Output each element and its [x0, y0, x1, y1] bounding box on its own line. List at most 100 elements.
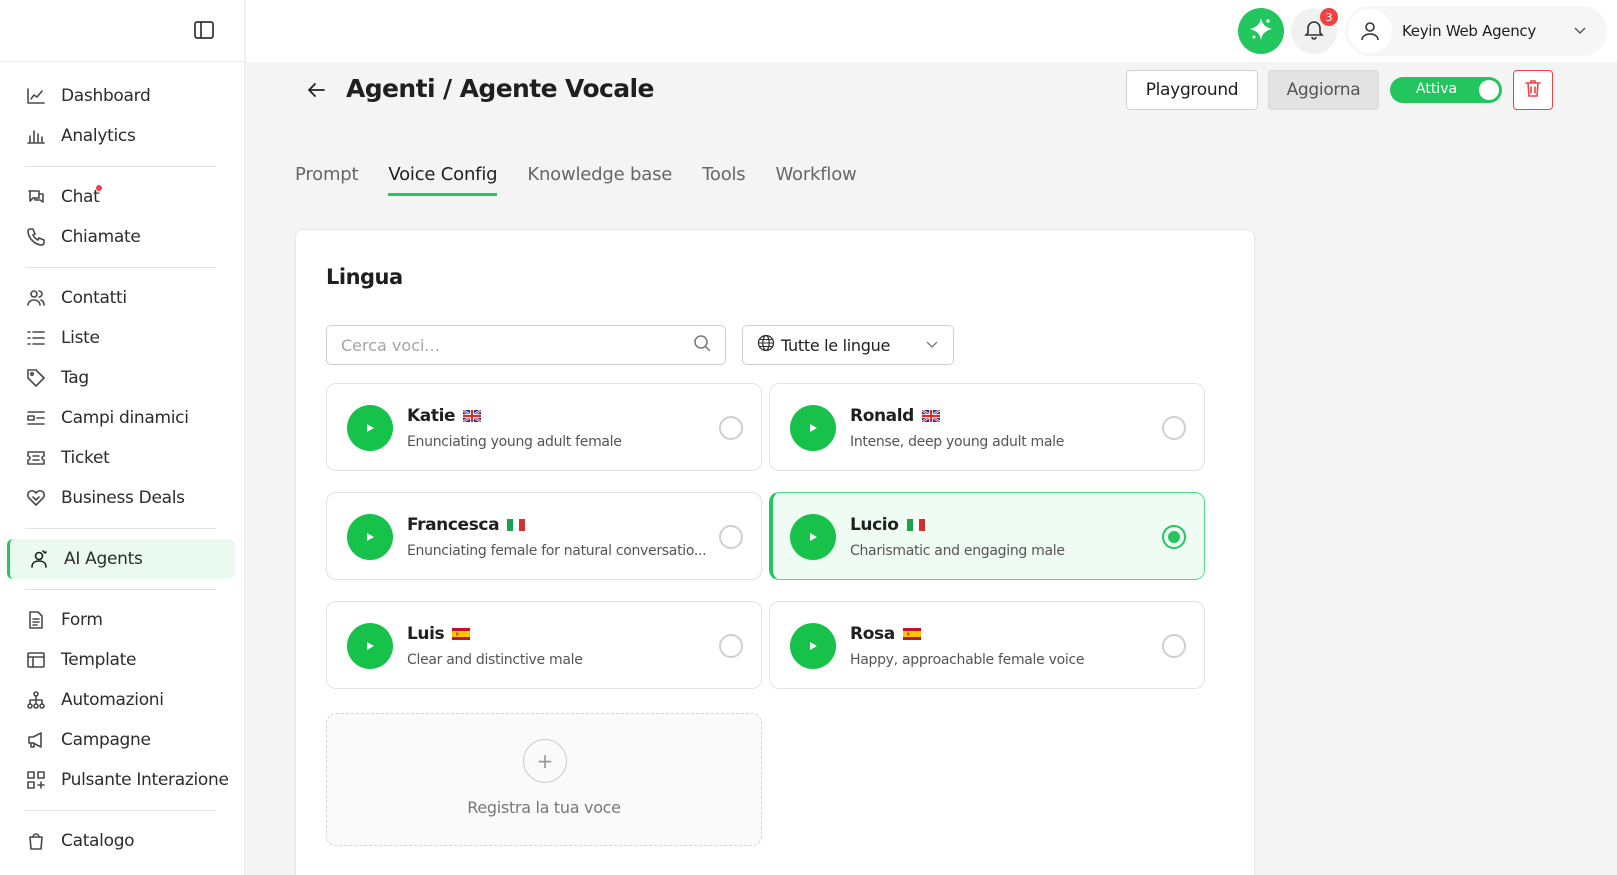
user-name: Keyin Web Agency — [1402, 22, 1536, 40]
voice-name-row: Ronald — [850, 406, 940, 426]
toggle-knob — [1479, 80, 1499, 100]
ai-assistant-button[interactable] — [1238, 8, 1284, 54]
ticket-icon — [25, 447, 47, 469]
sidebar-item-ai-agents[interactable]: AI Agents — [7, 539, 235, 579]
sidebar-item-form[interactable]: Form — [0, 600, 244, 640]
tab-workflow[interactable]: Workflow — [775, 164, 856, 196]
play-icon[interactable] — [790, 514, 836, 560]
sidebar-item-chat[interactable]: Chat — [0, 177, 244, 217]
back-arrow-icon[interactable] — [304, 78, 328, 102]
voice-name: Rosa — [850, 624, 895, 644]
spain-flag-icon — [452, 628, 471, 640]
divider — [25, 810, 216, 811]
sidebar-item-dashboard[interactable]: Dashboard — [0, 76, 244, 116]
sidebar-item-catalogo[interactable]: Catalogo — [0, 821, 244, 861]
divider — [25, 166, 216, 167]
sidebar-item-campi-dinamici[interactable]: Campi dinamici — [0, 398, 244, 438]
sidebar-item-ticket[interactable]: Ticket — [0, 438, 244, 478]
sidebar-item-label: AI Agents — [64, 549, 143, 569]
voice-name: Lucio — [850, 515, 899, 535]
voice-description: Charismatic and engaging male — [850, 543, 1065, 559]
active-toggle[interactable]: Attiva — [1390, 77, 1502, 103]
sidebar: Dashboard Analytics Chat Chiamate Contat… — [0, 0, 245, 875]
voice-card-katie[interactable]: Katie Enunciating young adult female — [326, 383, 762, 471]
notification-badge: 3 — [1320, 8, 1338, 26]
megaphone-icon — [25, 729, 47, 751]
voice-name-row: Katie — [407, 406, 482, 426]
sidebar-item-label: Chiamate — [61, 227, 141, 247]
sidebar-item-automazioni[interactable]: Automazioni — [0, 680, 244, 720]
page-title: Agenti / Agente Vocale — [346, 74, 654, 103]
form-icon — [25, 609, 47, 631]
sidebar-item-pulsante-interazione[interactable]: Pulsante Interazione — [0, 760, 244, 800]
voice-name-row: Francesca — [407, 515, 526, 535]
play-icon[interactable] — [347, 405, 393, 451]
italy-flag-icon — [906, 519, 925, 531]
play-icon[interactable] — [347, 514, 393, 560]
tab-knowledge-base[interactable]: Knowledge base — [527, 164, 672, 196]
sidebar-item-label: Catalogo — [61, 831, 135, 851]
sidebar-item-campagne[interactable]: Campagne — [0, 720, 244, 760]
voice-radio-selected[interactable] — [1162, 525, 1186, 549]
sidebar-item-chiamate[interactable]: Chiamate — [0, 217, 244, 257]
sidebar-item-label: Campagne — [61, 730, 151, 750]
tab-prompt[interactable]: Prompt — [295, 164, 359, 196]
play-icon[interactable] — [790, 623, 836, 669]
sidebar-item-business-deals[interactable]: Business Deals — [0, 478, 244, 518]
record-voice-card[interactable]: + Registra la tua voce — [326, 713, 762, 846]
delete-button[interactable] — [1513, 70, 1553, 110]
voice-radio[interactable] — [719, 634, 743, 658]
playground-button[interactable]: Playground — [1126, 70, 1258, 110]
voice-card-ronald[interactable]: Ronald Intense, deep young adult male — [769, 383, 1205, 471]
sidebar-item-liste[interactable]: Liste — [0, 318, 244, 358]
voice-name: Ronald — [850, 406, 914, 426]
tab-voice-config[interactable]: Voice Config — [388, 164, 498, 196]
divider — [25, 267, 216, 268]
sidebar-item-tag[interactable]: Tag — [0, 358, 244, 398]
bar-chart-icon — [25, 125, 47, 147]
globe-icon — [757, 334, 775, 356]
tab-bar: Prompt Voice Config Knowledge base Tools… — [295, 164, 887, 196]
tab-tools[interactable]: Tools — [702, 164, 746, 196]
sidebar-item-label: Template — [61, 650, 137, 670]
spain-flag-icon — [902, 628, 921, 640]
voice-card-lucio[interactable]: Lucio Charismatic and engaging male — [769, 492, 1205, 580]
sidebar-item-label: Ticket — [61, 448, 110, 468]
search-input[interactable] — [327, 327, 693, 363]
voice-radio[interactable] — [1162, 416, 1186, 440]
voice-radio[interactable] — [719, 416, 743, 440]
section-title: Lingua — [326, 265, 403, 289]
tag-icon — [25, 367, 47, 389]
sidebar-item-analytics[interactable]: Analytics — [0, 116, 244, 156]
voice-card-francesca[interactable]: Francesca Enunciating female for natural… — [326, 492, 762, 580]
user-menu[interactable]: Keyin Web Agency — [1345, 6, 1607, 56]
sparkle-icon — [1248, 16, 1274, 46]
sidebar-item-contatti[interactable]: Contatti — [0, 278, 244, 318]
template-icon — [25, 649, 47, 671]
chevron-down-icon — [1573, 22, 1587, 41]
update-button[interactable]: Aggiorna — [1268, 70, 1379, 110]
search-icon[interactable] — [693, 334, 711, 356]
voice-description: Intense, deep young adult male — [850, 434, 1065, 450]
sidebar-header — [0, 0, 244, 62]
voice-description: Enunciating young adult female — [407, 434, 622, 450]
voice-radio[interactable] — [719, 525, 743, 549]
grid-plus-icon — [25, 769, 47, 791]
fields-icon — [25, 407, 47, 429]
voice-radio[interactable] — [1162, 634, 1186, 658]
record-voice-label: Registra la tua voce — [467, 798, 621, 817]
play-icon[interactable] — [347, 623, 393, 669]
divider — [25, 589, 216, 590]
voice-card-luis[interactable]: Luis Clear and distinctive male — [326, 601, 762, 689]
sidebar-item-template[interactable]: Template — [0, 640, 244, 680]
sidebar-toggle-icon[interactable] — [193, 19, 215, 41]
language-select-value: Tutte le lingue — [781, 335, 891, 355]
voice-card-rosa[interactable]: Rosa Happy, approachable female voice — [769, 601, 1205, 689]
voice-name: Katie — [407, 406, 456, 426]
sidebar-item-label: Chat — [61, 187, 100, 207]
chart-line-icon — [25, 85, 47, 107]
uk-flag-icon — [463, 410, 482, 422]
toggle-label: Attiva — [1416, 81, 1458, 97]
play-icon[interactable] — [790, 405, 836, 451]
language-select[interactable]: Tutte le lingue — [742, 325, 954, 365]
